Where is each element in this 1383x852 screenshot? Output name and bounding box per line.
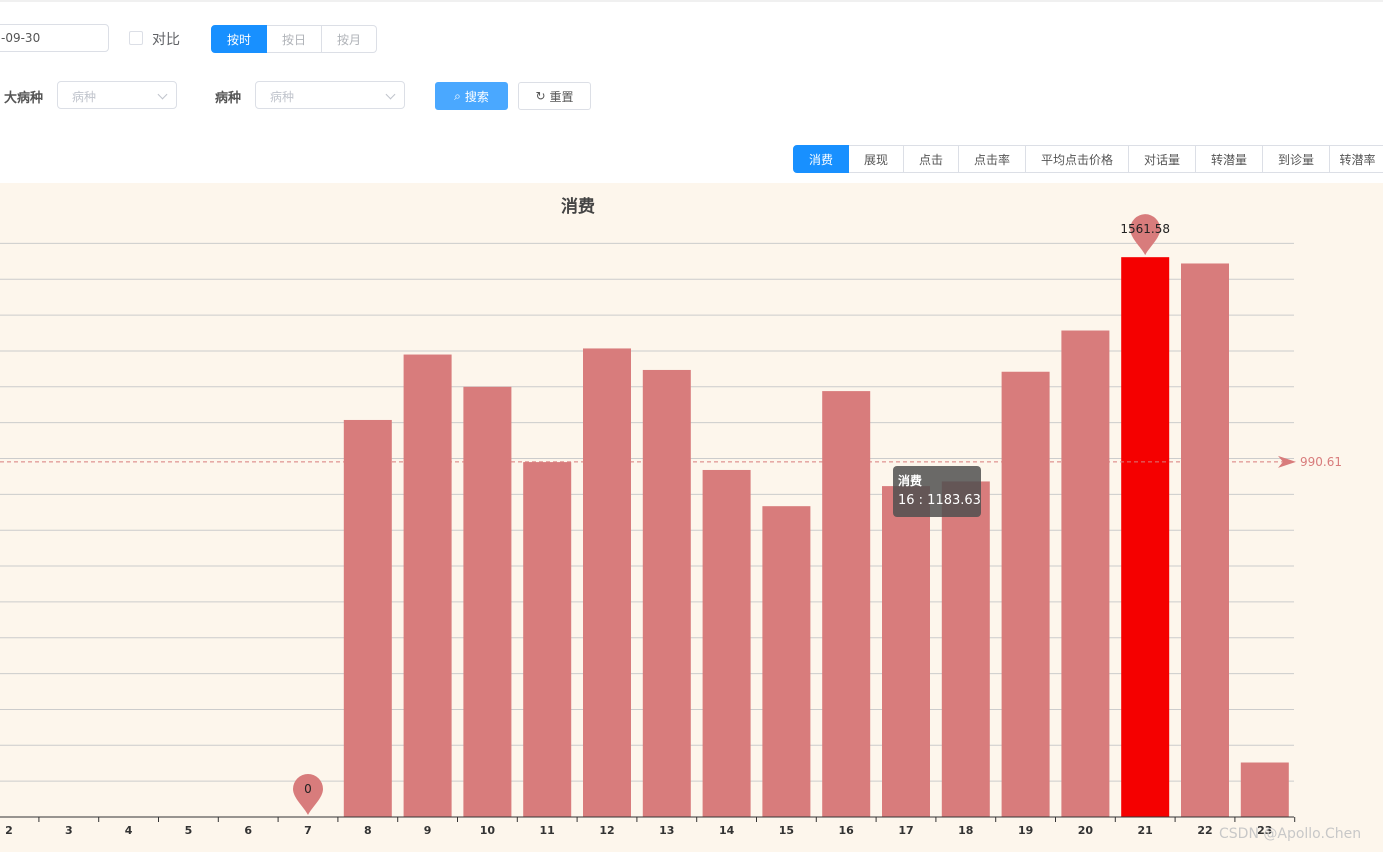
x-tick-label: 13 — [659, 824, 674, 837]
metric-tab-ctr[interactable]: 点击率 — [959, 145, 1026, 173]
bar-18 — [941, 481, 990, 817]
search-button[interactable]: ⌕ 搜索 — [435, 82, 508, 110]
watermark: CSDN @Apollo.Chen — [1219, 826, 1362, 842]
granularity-month-button[interactable]: 按月 — [322, 25, 377, 53]
date-range-input[interactable]: -09-30 — [0, 24, 109, 52]
compare-checkbox[interactable] — [129, 31, 143, 45]
x-tick-label: 5 — [185, 824, 193, 837]
x-tick-label: 4 — [125, 824, 133, 837]
bar-14 — [702, 469, 751, 817]
cost-chart: 消费 2 3 4 5 6 7 8 9 10 11 12 13 14 15 16 17 18 19 20 21 22 23 99… — [0, 183, 1383, 852]
x-tick-label: 20 — [1078, 824, 1094, 837]
metric-tab-leads[interactable]: 转潜量 — [1196, 145, 1263, 173]
refresh-icon: ↻ — [535, 89, 546, 103]
x-tick-label: 18 — [958, 824, 973, 837]
bar-23 — [1240, 762, 1289, 817]
bar-8 — [343, 419, 392, 817]
granularity-day-button[interactable]: 按日 — [267, 25, 322, 53]
bar-20 — [1061, 330, 1110, 817]
max-mark-point-label: 1561.58 — [1120, 222, 1170, 236]
compare-label: 对比 — [152, 32, 180, 48]
disease-placeholder: 病种 — [270, 90, 295, 104]
chevron-down-icon — [157, 89, 168, 100]
bar-22 — [1181, 263, 1229, 817]
chevron-down-icon — [385, 89, 396, 100]
bar-15 — [762, 506, 811, 817]
search-icon: ⌕ — [454, 89, 461, 103]
x-tick-label: 19 — [1018, 824, 1033, 837]
x-tick-label: 16 — [839, 824, 855, 837]
metric-tab-impressions[interactable]: 展现 — [849, 145, 904, 173]
reset-button-label: 重置 — [549, 89, 574, 104]
chart-tooltip: 消费 16 : 1183.63 — [893, 466, 981, 517]
tooltip-value: 16 : 1183.63 — [898, 493, 981, 508]
metric-tab-cost[interactable]: 消费 — [793, 145, 849, 173]
bar-10 — [463, 386, 512, 817]
search-button-label: 搜索 — [464, 89, 489, 104]
chart-title: 消费 — [561, 196, 595, 217]
metric-tabs: 消费 展现 点击 点击率 平均点击价格 对话量 转潜量 到诊量 转潜率 — [793, 145, 1383, 173]
min-mark-point-label: 0 — [304, 782, 312, 796]
x-tick-label: 7 — [304, 824, 312, 837]
x-tick-label: 15 — [779, 824, 794, 837]
x-tick-label: 9 — [424, 824, 432, 837]
bar-11 — [523, 462, 572, 817]
granularity-hour-button[interactable]: 按时 — [211, 25, 267, 53]
x-tick-label: 6 — [244, 824, 252, 837]
bar-12 — [583, 348, 631, 817]
x-tick-label: 10 — [480, 824, 496, 837]
metric-tab-visits[interactable]: 到诊量 — [1263, 145, 1330, 173]
top-divider — [0, 0, 1383, 2]
major-disease-select[interactable]: 病种 — [57, 81, 177, 109]
bar-16 — [822, 391, 871, 817]
average-arrow-icon — [1278, 455, 1296, 468]
x-tick-label: 17 — [898, 824, 913, 837]
reset-button[interactable]: ↻ 重置 — [518, 82, 591, 110]
cost-bar-chart: 消费2 3 4 5 6 7 8 9 10 11 12 13 14 15 16 17 18 19 20 21 22 2399… — [0, 196, 1342, 837]
x-tick-label: 8 — [364, 824, 372, 837]
major-disease-placeholder: 病种 — [72, 90, 97, 104]
disease-select[interactable]: 病种 — [255, 81, 405, 109]
x-tick-label: 11 — [540, 824, 555, 837]
x-tick-label: 22 — [1197, 824, 1212, 837]
metric-tab-lead-rate[interactable]: 转潜率 — [1330, 145, 1383, 173]
metric-tab-clicks[interactable]: 点击 — [904, 145, 959, 173]
average-mark-label: 990.61 — [1300, 455, 1342, 469]
major-disease-label: 大病种 — [4, 91, 44, 106]
bar-13 — [642, 369, 691, 817]
disease-label: 病种 — [215, 91, 242, 106]
tooltip-series-name: 消费 — [898, 474, 923, 488]
bar-19 — [1001, 371, 1050, 817]
bar-21 — [1121, 257, 1170, 817]
bar-9 — [403, 354, 452, 817]
metric-tab-conversations[interactable]: 对话量 — [1129, 145, 1196, 173]
x-tick-label: 2 — [5, 824, 13, 837]
granularity-switch: 按时 按日 按月 — [211, 25, 377, 53]
bar-17 — [882, 486, 930, 817]
x-tick-label: 12 — [599, 824, 614, 837]
metric-tab-avg-cpc[interactable]: 平均点击价格 — [1026, 145, 1129, 173]
x-tick-label: 3 — [65, 824, 73, 837]
x-tick-label: 14 — [719, 824, 735, 837]
x-tick-label: 21 — [1138, 824, 1153, 837]
